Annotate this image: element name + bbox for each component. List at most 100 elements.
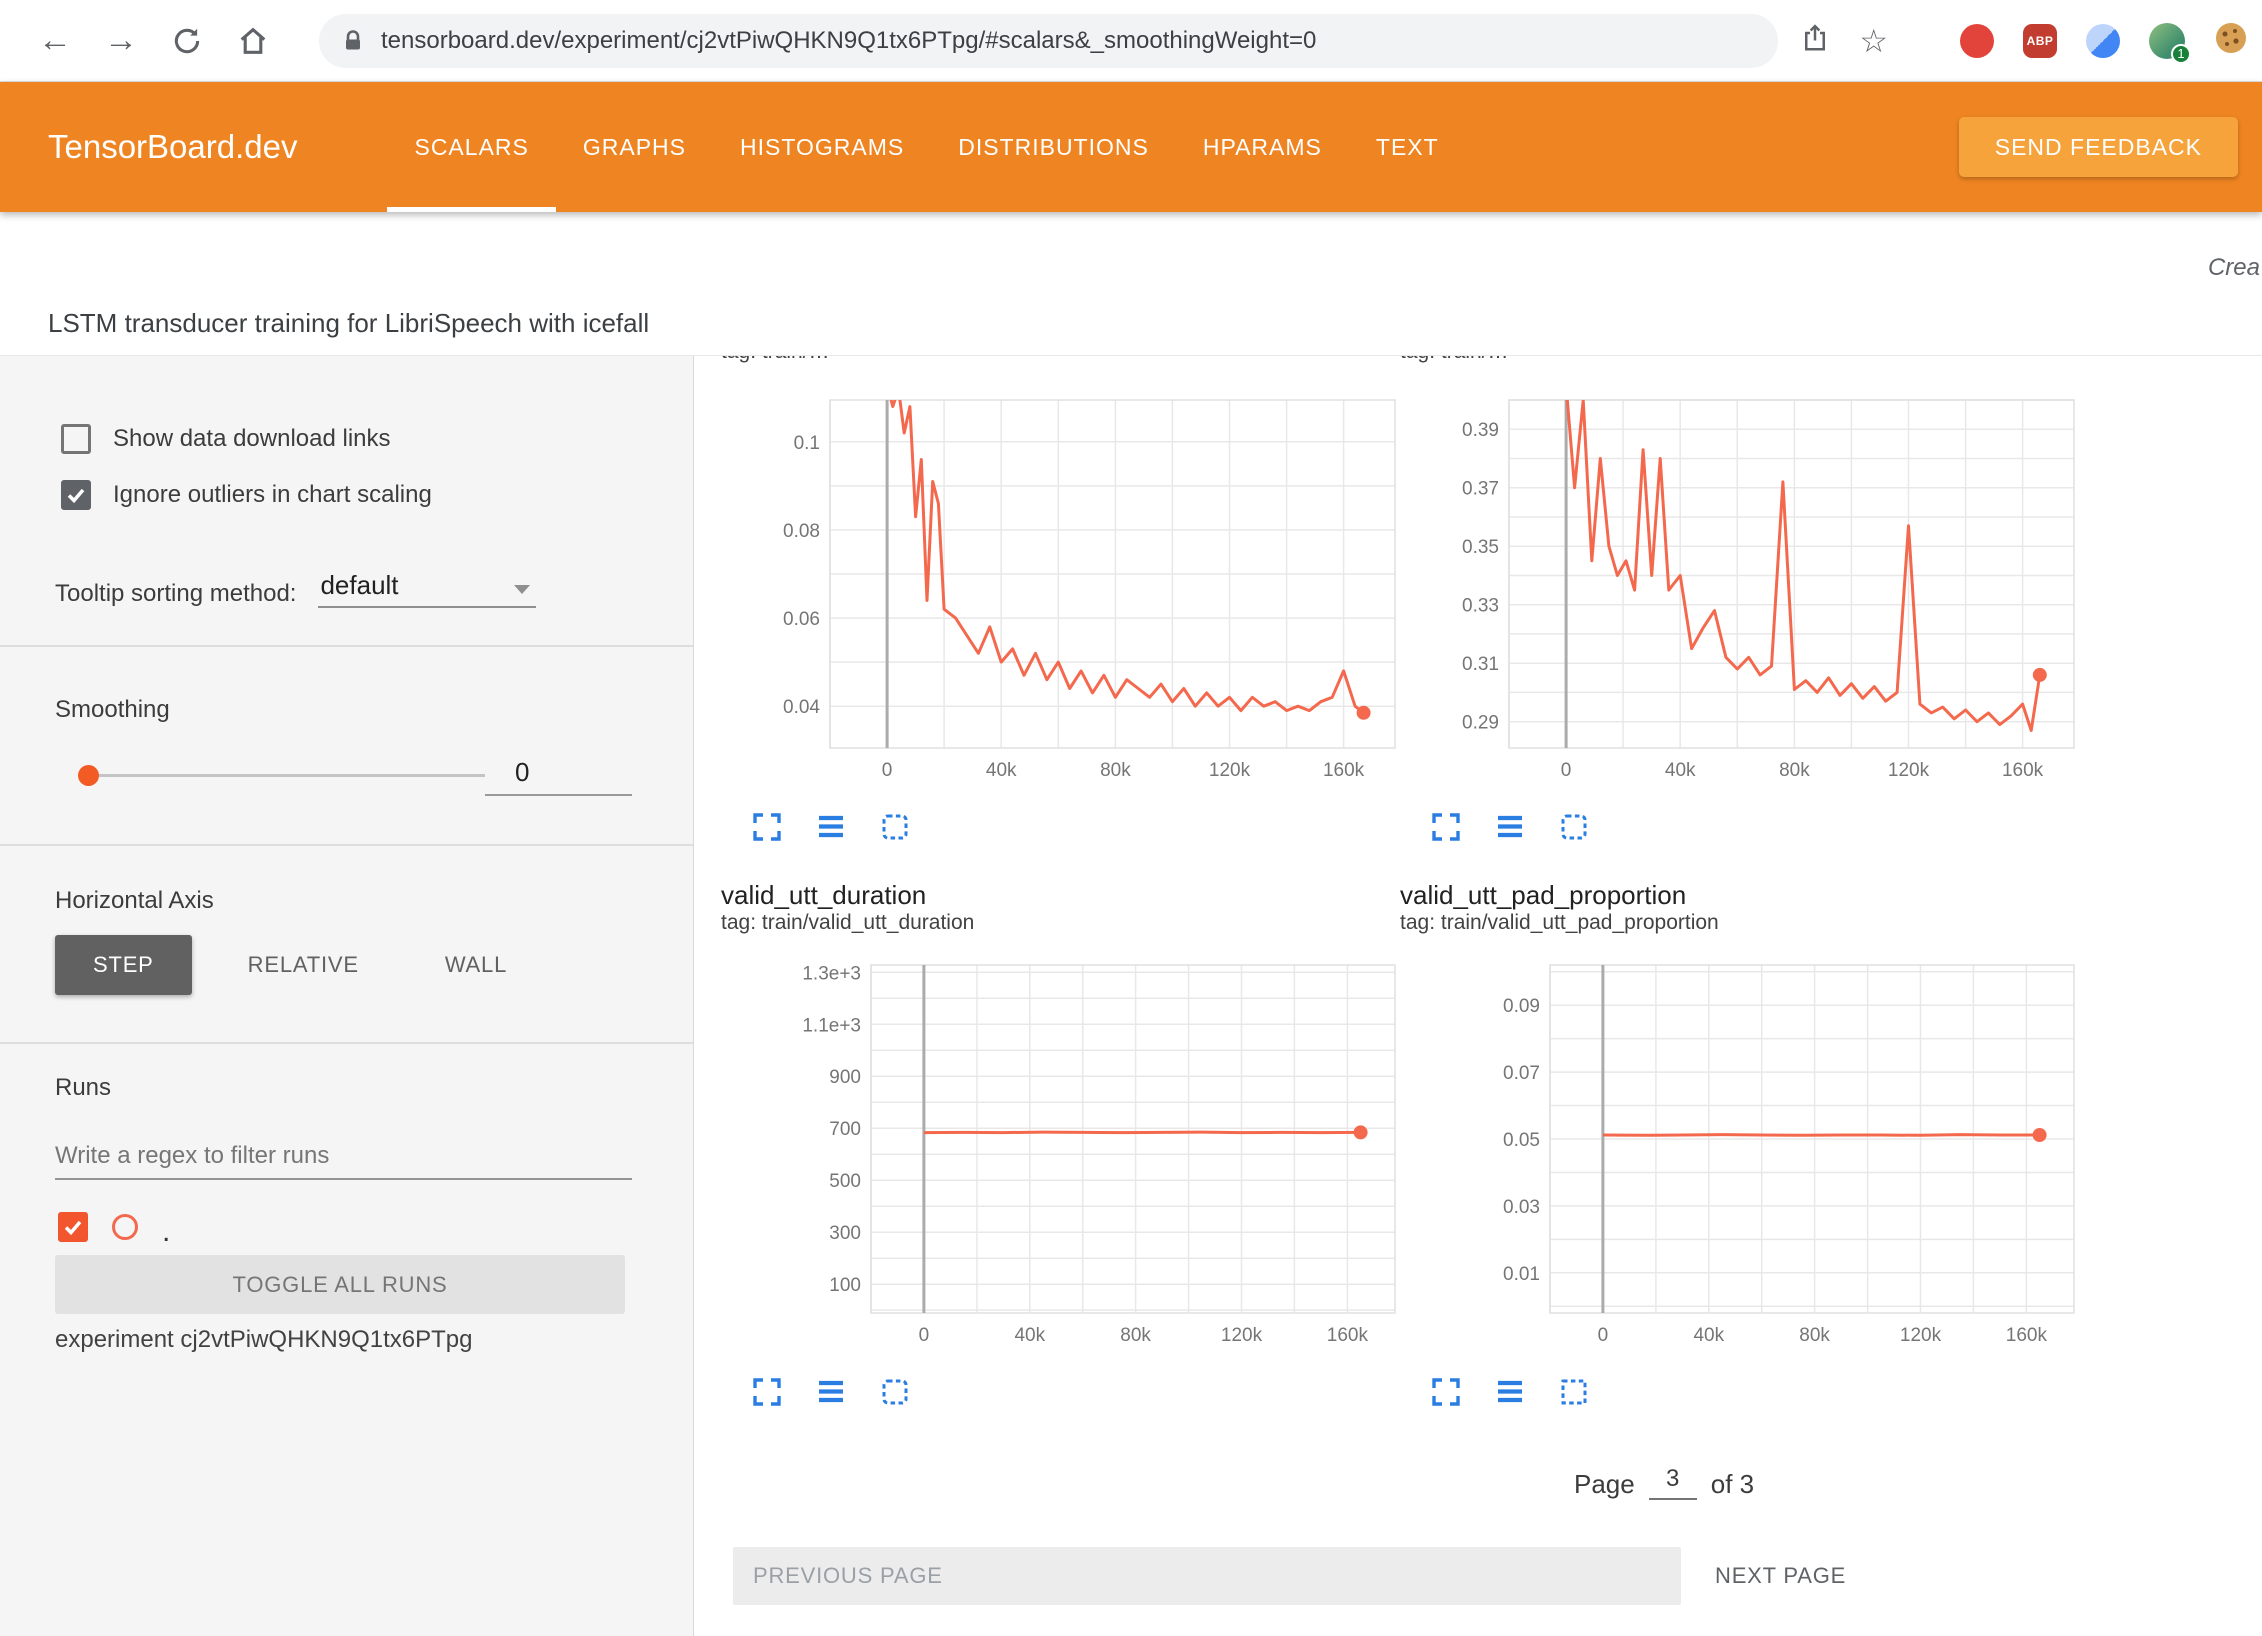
adblock-plus-icon[interactable]: ABP xyxy=(2023,24,2057,58)
slider-track[interactable] xyxy=(88,774,485,777)
divider xyxy=(0,1042,693,1044)
tab-scalars[interactable]: SCALARS xyxy=(387,82,555,212)
previous-page-button[interactable]: PREVIOUS PAGE xyxy=(733,1547,1681,1605)
share-icon[interactable] xyxy=(1800,23,1830,58)
svg-text:40k: 40k xyxy=(986,760,1017,781)
svg-text:700: 700 xyxy=(829,1119,861,1140)
svg-text:1.3e+3: 1.3e+3 xyxy=(802,964,861,984)
tab-histograms[interactable]: HISTOGRAMS xyxy=(713,82,931,212)
tab-hparams[interactable]: HPARAMS xyxy=(1176,82,1349,212)
expand-chart-icon[interactable] xyxy=(1430,811,1462,843)
svg-text:160k: 160k xyxy=(2002,760,2044,781)
run-name[interactable]: . xyxy=(162,1215,170,1249)
ignore-outliers-row: Ignore outliers in chart scaling xyxy=(61,480,432,510)
slider-thumb[interactable] xyxy=(78,765,99,786)
show-download-links-row: Show data download links xyxy=(61,424,391,454)
back-icon[interactable]: ← xyxy=(35,21,75,61)
chart-actions xyxy=(1400,811,2075,843)
svg-text:0.07: 0.07 xyxy=(1503,1063,1540,1084)
svg-text:300: 300 xyxy=(829,1223,861,1244)
tab-text[interactable]: TEXT xyxy=(1349,82,1466,212)
pagination: Page of 3 xyxy=(1574,1456,1754,1500)
axis-relative-button[interactable]: RELATIVE xyxy=(218,935,389,995)
svg-text:500: 500 xyxy=(829,1171,861,1192)
smoothing-slider xyxy=(55,756,635,800)
svg-text:80k: 80k xyxy=(1799,1325,1830,1346)
view-data-icon[interactable] xyxy=(815,811,847,843)
page-label: Page xyxy=(1574,1469,1635,1500)
scalar-line-chart[interactable]: 040k80k120k160k1003005007009001.1e+31.3e… xyxy=(721,964,1396,1360)
svg-text:900: 900 xyxy=(829,1067,861,1088)
ignore-outliers-checkbox[interactable] xyxy=(61,480,91,510)
url-bar[interactable]: tensorboard.dev/experiment/cj2vtPiwQHKN9… xyxy=(319,14,1778,68)
tooltip-sorting-dropdown[interactable]: default xyxy=(318,570,536,608)
view-data-icon[interactable] xyxy=(1494,1376,1526,1408)
svg-text:1.1e+3: 1.1e+3 xyxy=(802,1015,861,1036)
svg-text:0.01: 0.01 xyxy=(1503,1264,1540,1285)
horizontal-axis-buttons: STEP RELATIVE WALL xyxy=(55,935,537,995)
tab-distributions[interactable]: DISTRIBUTIONS xyxy=(931,82,1176,212)
svg-text:0.03: 0.03 xyxy=(1503,1197,1540,1218)
scalar-line-chart[interactable]: 040k80k120k160k0.040.060.080.1 xyxy=(721,399,1396,795)
tooltip-sorting-label: Tooltip sorting method: xyxy=(55,580,296,608)
run-color-swatch[interactable] xyxy=(112,1214,138,1240)
toggle-all-runs-button[interactable]: TOGGLE ALL RUNS xyxy=(55,1255,625,1314)
extension-blue-icon[interactable] xyxy=(2086,24,2120,58)
svg-text:0.39: 0.39 xyxy=(1462,420,1499,441)
fit-domain-icon[interactable] xyxy=(879,811,911,843)
bookmark-star-icon[interactable]: ☆ xyxy=(1859,25,1888,57)
browser-toolbar: ← → tensorboard.dev/experiment/cj2vtPiwQ… xyxy=(0,0,2262,82)
svg-text:40k: 40k xyxy=(1014,1325,1045,1346)
svg-text:160k: 160k xyxy=(2006,1325,2048,1346)
experiment-title: LSTM transducer training for LibriSpeech… xyxy=(48,308,649,339)
tooltip-sorting-row: Tooltip sorting method: default xyxy=(55,570,536,608)
smoothing-value-input[interactable] xyxy=(485,750,632,796)
profile-avatar[interactable]: 1 xyxy=(2149,23,2185,59)
horizontal-axis-label: Horizontal Axis xyxy=(55,887,214,915)
tab-graphs[interactable]: GRAPHS xyxy=(556,82,713,212)
expand-chart-icon[interactable] xyxy=(751,1376,783,1408)
fit-domain-icon[interactable] xyxy=(1558,811,1590,843)
send-feedback-button[interactable]: SEND FEEDBACK xyxy=(1959,117,2238,177)
axis-step-button[interactable]: STEP xyxy=(55,935,192,995)
svg-text:80k: 80k xyxy=(1120,1325,1151,1346)
reload-icon[interactable] xyxy=(167,21,207,61)
scalar-line-chart[interactable]: 040k80k120k160k0.290.310.330.350.370.39 xyxy=(1400,399,2075,795)
svg-text:0.09: 0.09 xyxy=(1503,996,1540,1017)
svg-text:0.35: 0.35 xyxy=(1462,537,1499,558)
chart-actions xyxy=(721,811,1396,843)
chart-tag: tag: train/valid_utt_pad_proportion xyxy=(1400,910,2075,936)
scalar-chart-card: tag: train/… 040k80k120k160k0.290.310.33… xyxy=(1400,356,2075,843)
scalar-line-chart[interactable]: 040k80k120k160k0.010.030.050.070.09 xyxy=(1400,964,2075,1360)
chart-tag: tag: train/valid_utt_duration xyxy=(721,910,1396,936)
runs-filter-input[interactable] xyxy=(55,1134,632,1180)
svg-text:0.31: 0.31 xyxy=(1462,654,1499,675)
svg-text:80k: 80k xyxy=(1100,760,1131,781)
page-number-input[interactable] xyxy=(1649,1460,1697,1500)
svg-text:40k: 40k xyxy=(1693,1325,1724,1346)
app-header: TensorBoard.dev SCALARS GRAPHS HISTOGRAM… xyxy=(0,82,2262,212)
lock-icon[interactable] xyxy=(341,29,365,53)
cookie-icon[interactable] xyxy=(2214,21,2248,60)
forward-icon[interactable]: → xyxy=(101,21,141,61)
view-data-icon[interactable] xyxy=(815,1376,847,1408)
expand-chart-icon[interactable] xyxy=(1430,1376,1462,1408)
extension-red-icon[interactable] xyxy=(1960,24,1994,58)
fit-domain-icon[interactable] xyxy=(1558,1376,1590,1408)
fit-domain-icon[interactable] xyxy=(879,1376,911,1408)
expand-chart-icon[interactable] xyxy=(751,811,783,843)
chart-actions xyxy=(1400,1376,2075,1408)
svg-text:0.37: 0.37 xyxy=(1462,479,1499,500)
toolbar-icons: ☆ ABP 1 xyxy=(1800,21,2262,60)
svg-text:120k: 120k xyxy=(1221,1325,1263,1346)
svg-text:0: 0 xyxy=(919,1325,930,1346)
home-icon[interactable] xyxy=(233,21,273,61)
show-download-links-checkbox[interactable] xyxy=(61,424,91,454)
chart-title: valid_utt_pad_proportion xyxy=(1400,880,2075,910)
axis-wall-button[interactable]: WALL xyxy=(415,935,537,995)
view-data-icon[interactable] xyxy=(1494,811,1526,843)
next-page-button[interactable]: NEXT PAGE xyxy=(1715,1547,1846,1605)
run-checkbox[interactable] xyxy=(58,1212,88,1242)
svg-text:0.1: 0.1 xyxy=(794,433,820,454)
svg-text:80k: 80k xyxy=(1779,760,1810,781)
